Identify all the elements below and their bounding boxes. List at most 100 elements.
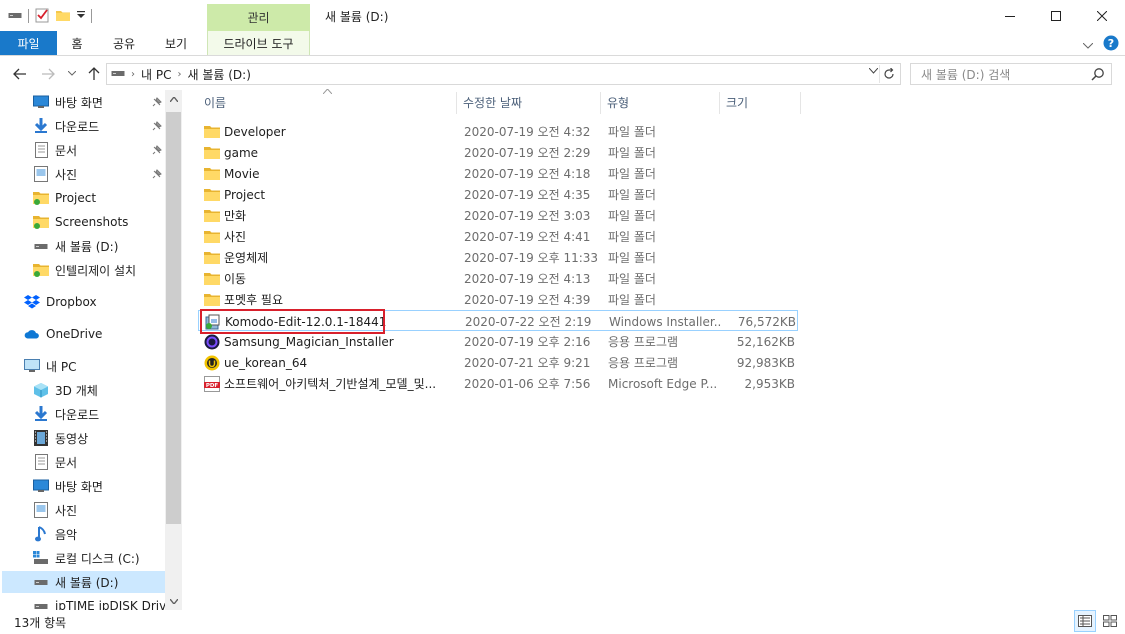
close-button[interactable] [1079,0,1125,31]
file-date: 2020-07-19 오전 4:18 [464,167,591,181]
file-date: 2020-07-19 오전 2:29 [464,146,591,160]
file-name-cell[interactable]: 포멧후 필요 [204,289,456,310]
file-name-cell[interactable]: Movie [204,163,456,184]
refresh-button[interactable] [879,65,897,83]
breadcrumb-my-pc[interactable]: 내 PC [141,66,171,83]
file-type: 파일 폴더 [608,251,656,265]
breadcrumb-separator-icon[interactable]: › [131,69,135,80]
nav-item-pictures[interactable]: 사진 [0,163,165,185]
nav-item-local-disk-c[interactable]: 로컬 디스크 (C:) [0,547,165,569]
table-row[interactable]: 사진 2020-07-19 오전 4:41 파일 폴더 [198,226,798,247]
nav-item-onedrive[interactable]: OneDrive [0,323,165,345]
table-row[interactable]: ue_korean_64 2020-07-21 오후 9:21 응용 프로그램 92,… [198,352,798,373]
address-dropdown-icon[interactable] [868,66,879,77]
table-row[interactable]: PDF 소프트웨어_아키텍처_기반설계_모델_및... 2020-01-06 오후 … [198,373,798,394]
maximize-button[interactable] [1033,0,1079,31]
tab-drive-tools[interactable]: 드라이브 도구 [207,31,310,55]
tab-file[interactable]: 파일 [0,31,57,55]
table-row[interactable]: 이동 2020-07-19 오전 4:13 파일 폴더 [198,268,798,289]
file-name-cell[interactable]: 만화 [204,205,456,226]
table-row[interactable]: game 2020-07-19 오전 2:29 파일 폴더 [198,142,798,163]
file-name-cell[interactable]: game [204,142,456,163]
search-icon[interactable] [1091,67,1105,84]
scroll-up-icon[interactable] [165,90,182,108]
nav-item-dropbox[interactable]: Dropbox [0,291,165,313]
nav-item-desktop-pc[interactable]: 바탕 화면 [0,475,165,497]
nav-item-intellij-setup[interactable]: 인텔리제이 설치 [0,259,165,281]
forward-button[interactable] [38,64,58,84]
navigation-pane[interactable]: 바탕 화면 다운로드 문서 사진 Project Screenshots 새 볼… [0,90,182,610]
pin-icon[interactable] [152,168,162,182]
pin-icon[interactable] [152,120,162,134]
nav-item-downloads[interactable]: 다운로드 [0,115,165,137]
help-icon[interactable]: ? [1103,35,1119,54]
nav-item-music[interactable]: 음악 [0,523,165,545]
file-date: 2020-07-22 오전 2:19 [465,315,592,329]
nav-item-documents-pc[interactable]: 문서 [0,451,165,473]
column-header-type[interactable]: 유형 [601,90,719,115]
expand-ribbon-icon[interactable] [1082,38,1094,52]
file-name-cell[interactable]: Developer [204,121,456,142]
file-name-cell[interactable]: Komodo-Edit-12.0.1-18441 [205,311,457,332]
search-input[interactable]: 새 볼륨 (D:) 검색 [910,63,1112,85]
file-name-cell[interactable]: 이동 [204,268,456,289]
file-name-cell[interactable]: ue_korean_64 [204,352,456,373]
table-row[interactable]: Samsung_Magician_Installer 2020-07-19 오후 … [198,331,798,352]
file-name-cell[interactable]: Samsung_Magician_Installer [204,331,456,352]
table-row[interactable]: Komodo-Edit-12.0.1-18441 2020-07-22 오전 2:… [198,310,798,331]
nav-item-documents[interactable]: 문서 [0,139,165,161]
column-header-date[interactable]: 수정한 날짜 [457,90,600,115]
folder-icon [33,262,49,278]
table-row[interactable]: Project 2020-07-19 오전 4:35 파일 폴더 [198,184,798,205]
address-bar[interactable]: › 내 PC › 새 볼륨 (D:) [106,63,901,85]
tab-view[interactable]: 보기 [152,31,200,55]
file-type: 파일 폴더 [608,188,656,202]
nav-item-iptime-ipdisk[interactable]: ipTIME ipDISK Drive [0,595,174,610]
file-name-cell[interactable]: 운영체제 [204,247,456,268]
nav-item-3d-objects[interactable]: 3D 개체 [0,379,165,401]
table-row[interactable]: 포멧후 필요 2020-07-19 오전 4:39 파일 폴더 [198,289,798,310]
nav-item-screenshots[interactable]: Screenshots [0,211,165,233]
properties-icon[interactable] [35,7,49,26]
nav-item-pictures-pc[interactable]: 사진 [0,499,165,521]
large-icons-view-button[interactable] [1099,610,1121,632]
table-row[interactable]: Movie 2020-07-19 오전 4:18 파일 폴더 [198,163,798,184]
drive-icon [33,574,49,590]
column-separator[interactable] [800,92,801,114]
nav-item-downloads-pc[interactable]: 다운로드 [0,403,165,425]
pictures-icon [33,166,49,182]
column-header-name[interactable]: 이름 [198,90,456,115]
file-name-cell[interactable]: Project [204,184,456,205]
pin-icon[interactable] [152,96,162,110]
nav-item-desktop[interactable]: 바탕 화면 [0,91,165,113]
file-name-cell[interactable]: PDF 소프트웨어_아키텍처_기반설계_모델_및... [204,373,456,394]
recent-locations-button[interactable] [62,64,82,84]
table-row[interactable]: 만화 2020-07-19 오전 3:03 파일 폴더 [198,205,798,226]
file-list[interactable]: 이름 수정한 날짜 유형 크기 Developer 2020-07-19 오전 4… [198,88,1125,610]
drive-icon[interactable] [8,9,22,23]
minimize-button[interactable] [987,0,1033,31]
column-header-size[interactable]: 크기 [720,90,800,115]
back-button[interactable] [10,64,30,84]
up-button[interactable] [84,64,104,84]
scrollbar-thumb[interactable] [166,112,181,524]
file-name-cell[interactable]: 사진 [204,226,456,247]
table-row[interactable]: Developer 2020-07-19 오전 4:32 파일 폴더 [198,121,798,142]
nav-item-project[interactable]: Project [0,187,165,209]
nav-item-volume-d[interactable]: 새 볼륨 (D:) [2,571,165,593]
qat-customize-icon[interactable] [77,9,85,23]
scroll-down-icon[interactable] [165,592,182,610]
nav-scrollbar[interactable] [165,90,182,610]
tab-share[interactable]: 공유 [104,31,144,55]
nav-item-volume-d-quick[interactable]: 새 볼륨 (D:) [0,235,165,257]
breadcrumb-current-drive[interactable]: 새 볼륨 (D:) [187,66,250,83]
table-row[interactable]: 운영체제 2020-07-19 오후 11:33 파일 폴더 [198,247,798,268]
breadcrumb-separator-icon[interactable]: › [177,69,181,80]
nav-item-videos[interactable]: 동영상 [0,427,165,449]
new-folder-icon[interactable] [55,7,71,26]
details-view-button[interactable] [1074,610,1096,632]
nav-item-my-pc[interactable]: 내 PC [0,355,165,377]
tab-home[interactable]: 홈 [60,31,94,55]
pin-icon[interactable] [152,144,162,158]
file-date: 2020-07-19 오전 4:32 [464,125,591,139]
